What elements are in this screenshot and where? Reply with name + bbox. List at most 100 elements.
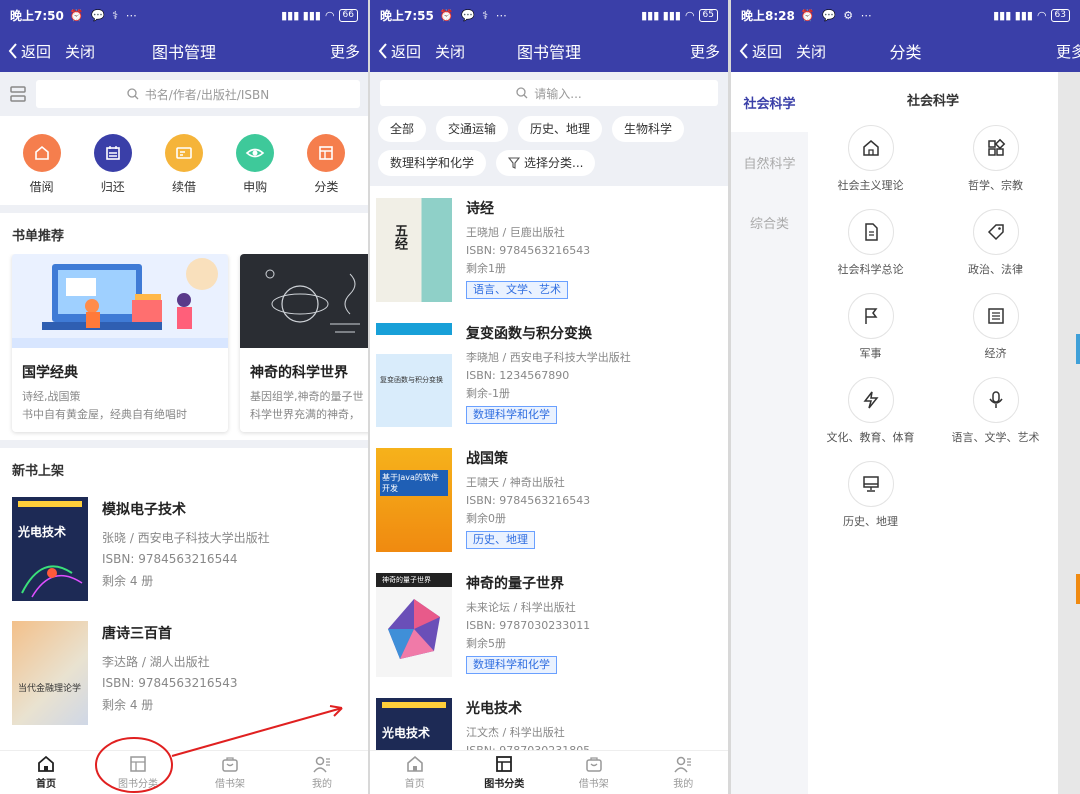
category-item[interactable]: 政治、法律 [933,209,1058,279]
status-time: 晚上7:55 [380,7,434,24]
book-title: 唐诗三百首 [102,623,237,643]
monitor-icon [848,461,894,507]
category-item[interactable]: 文化、教育、体育 [808,377,933,447]
chip-transport[interactable]: 交通运输 [436,116,508,142]
book-remaining: 剩余1册 [466,261,590,276]
new-books-title: 新书上架 [0,448,368,489]
screen-book-list: 晚上7:55 ⏰ 💬 ⚕ ⋯ ▮▮▮ ▮▮▮ ◠ 65 返回 关闭 图书管理 更… [370,0,728,794]
more-button[interactable]: 更多 [1056,41,1080,62]
cover-title: 光电技术 [382,724,430,741]
back-label: 返回 [391,41,421,62]
category-heading: 社会科学 [808,72,1058,125]
tab-category[interactable]: 图书分类 [460,751,550,794]
book-author: 未来论坛 / 科学出版社 [466,600,590,615]
search-row: 请输入... [370,72,728,114]
user-icon [313,755,331,773]
book-isbn: ISBN: 9784563216543 [466,493,590,508]
book-info: 复变函数与积分变换 李晓旭 / 西安电子科技大学出版社 ISBN: 123456… [466,323,631,424]
eye-icon [236,134,274,172]
back-button[interactable]: 返回 [739,41,782,62]
chip-biology[interactable]: 生物科学 [612,116,684,142]
close-button[interactable]: 关闭 [796,41,826,62]
tab-mine[interactable]: 我的 [276,751,368,794]
recommend-list: 国学经典 诗经,战国策 书中自有黄金屋，经典自有绝唱时 神奇的科学世界 基因组学… [0,254,368,440]
search-input[interactable]: 请输入... [380,80,718,106]
back-button[interactable]: 返回 [8,41,51,62]
book-item[interactable]: 基于Java的软件开发 战国策 王啸天 / 神奇出版社 ISBN: 978456… [370,436,728,561]
category-label: 社会科学总论 [838,261,904,277]
book-title: 模拟电子技术 [102,499,270,519]
category-item[interactable]: 经济 [933,293,1058,363]
book-cover: 基于Java的软件开发 [376,448,452,552]
tab-home[interactable]: 首页 [370,751,460,794]
category-body: 社会科学 自然科学 综合类 社会科学 社会主义理论 哲学、宗教 社会科学总论 [731,72,1080,794]
tab-label: 图书分类 [118,775,158,790]
close-button[interactable]: 关闭 [435,41,465,62]
quick-category[interactable]: 分类 [296,134,356,195]
category-label: 语言、文学、艺术 [952,429,1040,445]
book-isbn: ISBN: 9784563216544 [102,552,270,566]
cover-title: 基于Java的软件开发 [380,470,448,496]
quick-borrow[interactable]: 借阅 [12,134,72,195]
book-isbn: ISBN: 9787030233011 [466,618,590,633]
book-cover: 当代金融理论学 [12,621,88,725]
book-item[interactable]: 当代金融理论学 唐诗三百首 李达路 / 湖人出版社 ISBN: 97845632… [0,613,368,737]
scan-icon[interactable] [8,84,28,104]
back-button[interactable]: 返回 [378,41,421,62]
search-icon [516,87,528,99]
book-item[interactable]: 复变函数与积分变换 复变函数与积分变换 李晓旭 / 西安电子科技大学出版社 IS… [370,311,728,436]
home-icon [23,134,61,172]
quick-return[interactable]: 归还 [83,134,143,195]
book-remaining: 剩余 4 册 [102,696,237,713]
chip-all[interactable]: 全部 [378,116,426,142]
book-remaining: 剩余5册 [466,636,590,651]
battery-icon: 66 [339,9,358,22]
category-item[interactable]: 社会科学总论 [808,209,933,279]
book-item[interactable]: 神奇的量子世界 神奇的量子世界 未来论坛 / 科学出版社 ISBN: 97870… [370,561,728,686]
book-category-tag: 语言、文学、艺术 [466,281,568,299]
section-divider [0,205,368,213]
tab-category[interactable]: 图书分类 [92,751,184,794]
more-button[interactable]: 更多 [330,41,360,62]
recommend-card[interactable]: 国学经典 诗经,战国策 书中自有黄金屋，经典自有绝唱时 [12,254,228,432]
tab-mine[interactable]: 我的 [639,751,729,794]
search-input[interactable]: 书名/作者/出版社/ISBN [36,80,360,108]
chevron-left-icon [378,43,388,59]
category-sidebar: 社会科学 自然科学 综合类 [731,72,808,794]
book-title: 战国策 [466,448,590,468]
book-item[interactable]: 五经 诗经 王晓旭 / 巨鹿出版社 ISBN: 9784563216543 剩余… [370,186,728,311]
chip-history[interactable]: 历史、地理 [518,116,602,142]
screen-home: 晚上7:50 ⏰ 💬 ⚕ ⋯ ▮▮▮ ▮▮▮ ◠ 66 返回 关闭 图书管理 更… [0,0,368,794]
tab-bookshelf[interactable]: 借书架 [549,751,639,794]
recommend-title: 书单推荐 [0,213,368,254]
recommend-card[interactable]: 神奇的科学世界 基因组学,神奇的量子世 科学世界充满的神奇， [240,254,368,432]
home-icon [37,755,55,773]
category-item[interactable]: 哲学、宗教 [933,125,1058,195]
category-item[interactable]: 语言、文学、艺术 [933,377,1058,447]
recommend-line1: 基因组学,神奇的量子世 [240,388,368,406]
search-row: 书名/作者/出版社/ISBN [0,72,368,116]
sidebar-item-natural-science[interactable]: 自然科学 [731,132,808,192]
status-bar: 晚上7:55 ⏰ 💬 ⚕ ⋯ ▮▮▮ ▮▮▮ ◠ 65 [370,0,728,30]
category-panel: 社会科学 社会主义理论 哲学、宗教 社会科学总论 政治、法律 [808,72,1058,794]
back-label: 返回 [21,41,51,62]
more-button[interactable]: 更多 [690,41,720,62]
sidebar-item-general[interactable]: 综合类 [731,192,808,252]
tab-label: 借书架 [215,775,245,790]
book-remaining: 剩余 4 册 [102,572,270,589]
category-item[interactable]: 军事 [808,293,933,363]
tab-label: 首页 [405,775,425,790]
close-button[interactable]: 关闭 [65,41,95,62]
quick-purchase[interactable]: 申购 [225,134,285,195]
chevron-left-icon [8,43,18,59]
chip-math-chem[interactable]: 数理科学和化学 [378,150,486,176]
category-item[interactable]: 社会主义理论 [808,125,933,195]
status-bar: 晚上8:28 ⏰ 💬 ⚙ ⋯ ▮▮▮ ▮▮▮ ◠ 63 [731,0,1080,30]
tab-home[interactable]: 首页 [0,751,92,794]
sidebar-item-social-science[interactable]: 社会科学 [731,72,808,132]
quick-renew[interactable]: 续借 [154,134,214,195]
filter-button[interactable]: 选择分类... [496,150,595,176]
tab-bookshelf[interactable]: 借书架 [184,751,276,794]
category-item[interactable]: 历史、地理 [808,461,933,531]
book-item[interactable]: 光电技术 模拟电子技术 张晓 / 西安电子科技大学出版社 ISBN: 97845… [0,489,368,613]
